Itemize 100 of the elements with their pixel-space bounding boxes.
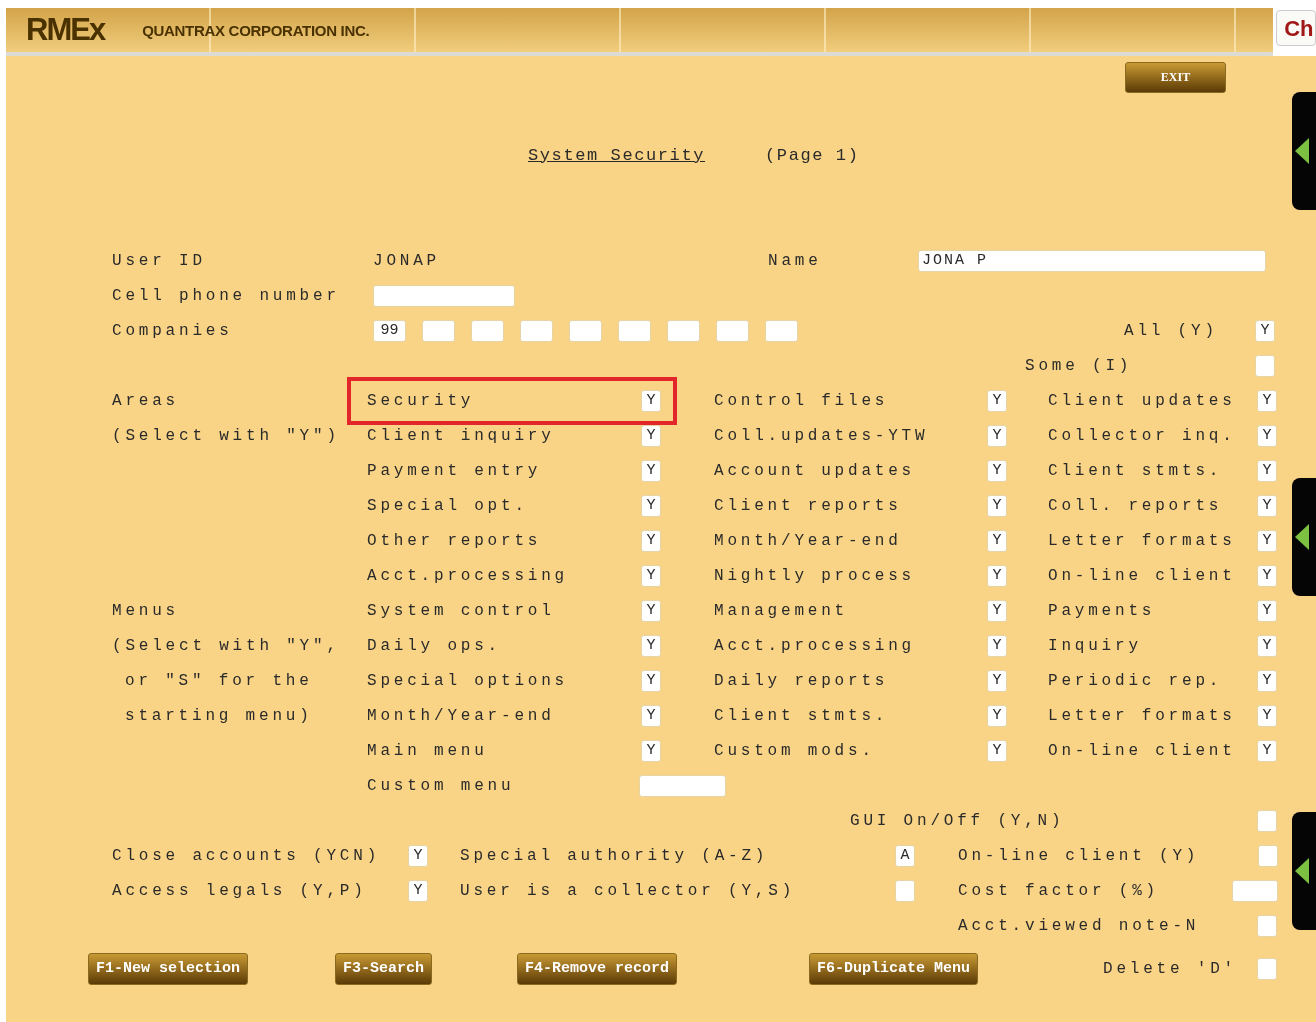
input-field[interactable]: Y: [987, 389, 1007, 412]
input-field[interactable]: [1257, 914, 1277, 937]
input-field[interactable]: 99: [373, 319, 406, 342]
input-field[interactable]: Y: [987, 529, 1007, 552]
input-field[interactable]: Y: [641, 389, 661, 412]
field-label: Cell phone number: [112, 286, 340, 305]
field-label: Access legals (Y,P): [112, 881, 367, 900]
input-field[interactable]: Y: [641, 704, 661, 727]
field-label: Letter formats: [1048, 531, 1236, 550]
input-field[interactable]: Y: [987, 704, 1007, 727]
field-label: or "S" for the: [125, 671, 313, 690]
input-field[interactable]: Y: [1257, 389, 1277, 412]
function-button[interactable]: F1-New selection: [88, 952, 249, 985]
field-label: Periodic rep.: [1048, 671, 1223, 690]
input-field[interactable]: Y: [1257, 669, 1277, 692]
input-field[interactable]: [520, 319, 553, 342]
input-field[interactable]: [895, 879, 915, 902]
field-label: Companies: [112, 321, 233, 340]
input-field[interactable]: Y: [987, 494, 1007, 517]
field-label: Client stmts.: [714, 706, 889, 725]
exit-button[interactable]: EXIT: [1125, 62, 1226, 93]
field-label: On-line client: [1048, 566, 1236, 585]
input-field[interactable]: [1257, 957, 1277, 980]
field-label: Some (I): [1025, 356, 1133, 375]
input-field[interactable]: Y: [1255, 319, 1275, 342]
triangle-icon: [1295, 138, 1309, 164]
input-field[interactable]: [569, 319, 602, 342]
input-field[interactable]: Y: [641, 529, 661, 552]
page-title: System Security: [528, 145, 706, 165]
input-field[interactable]: [471, 319, 504, 342]
input-field[interactable]: [667, 319, 700, 342]
input-field[interactable]: [1257, 809, 1277, 832]
input-field[interactable]: Y: [641, 564, 661, 587]
input-field[interactable]: [716, 319, 749, 342]
corner-button[interactable]: Ch: [1276, 10, 1316, 46]
field-label: On-line client (Y): [958, 846, 1200, 865]
function-button[interactable]: F3-Search: [335, 952, 432, 985]
input-field[interactable]: Y: [1257, 634, 1277, 657]
input-field[interactable]: Y: [987, 599, 1007, 622]
field-label: Security: [367, 391, 475, 410]
input-field[interactable]: JONA P: [918, 249, 1266, 272]
field-label: Menus: [112, 601, 179, 620]
field-label: Client reports: [714, 496, 902, 515]
input-field[interactable]: Y: [987, 564, 1007, 587]
field-label: Coll. reports: [1048, 496, 1223, 515]
input-field[interactable]: [1232, 879, 1278, 902]
field-label: Acct.processing: [714, 636, 916, 655]
input-field[interactable]: Y: [987, 739, 1007, 762]
field-label: Main menu: [367, 741, 488, 760]
field-label: Delete 'D': [1103, 959, 1237, 978]
input-field[interactable]: Y: [987, 634, 1007, 657]
input-field[interactable]: Y: [641, 424, 661, 447]
input-field[interactable]: Y: [641, 459, 661, 482]
field-label: Acct.viewed note-N: [958, 916, 1200, 935]
input-field[interactable]: Y: [1257, 564, 1277, 587]
input-field[interactable]: [1258, 844, 1278, 867]
field-label: Month/Year-end: [714, 531, 902, 550]
input-field[interactable]: Y: [641, 669, 661, 692]
field-label: Coll.updates-YTW: [714, 426, 929, 445]
input-field[interactable]: A: [895, 844, 915, 867]
input-field[interactable]: Y: [987, 459, 1007, 482]
input-field[interactable]: Y: [1257, 459, 1277, 482]
input-field[interactable]: Y: [987, 669, 1007, 692]
side-tab[interactable]: [1292, 478, 1316, 596]
field-label: Daily ops.: [367, 636, 501, 655]
input-field[interactable]: Y: [641, 599, 661, 622]
field-label: Client stmts.: [1048, 461, 1223, 480]
function-button[interactable]: F4-Remove record: [517, 952, 678, 985]
input-field[interactable]: Y: [1257, 599, 1277, 622]
field-label: Payments: [1048, 601, 1156, 620]
field-value: JONAP: [373, 251, 440, 270]
input-field[interactable]: Y: [641, 494, 661, 517]
input-field[interactable]: Y: [641, 634, 661, 657]
field-label: Custom menu: [367, 776, 515, 795]
input-field[interactable]: Y: [408, 844, 428, 867]
input-field[interactable]: [373, 284, 515, 307]
field-label: Areas: [112, 391, 179, 410]
input-field[interactable]: Y: [1257, 494, 1277, 517]
field-label: Client updates: [1048, 391, 1236, 410]
field-label: Payment entry: [367, 461, 542, 480]
input-field[interactable]: [639, 774, 726, 797]
field-label: Special authority (A-Z): [460, 846, 769, 865]
input-field[interactable]: [618, 319, 651, 342]
input-field[interactable]: [422, 319, 455, 342]
input-field[interactable]: Y: [641, 739, 661, 762]
side-tab[interactable]: [1292, 812, 1316, 930]
input-field[interactable]: Y: [408, 879, 428, 902]
input-field[interactable]: Y: [1257, 739, 1277, 762]
triangle-icon: [1295, 858, 1309, 884]
page-number: (Page 1): [765, 145, 860, 165]
field-label: Nightly process: [714, 566, 916, 585]
side-tab[interactable]: [1292, 92, 1316, 210]
input-field[interactable]: Y: [987, 424, 1007, 447]
input-field[interactable]: [765, 319, 798, 342]
input-field[interactable]: Y: [1257, 529, 1277, 552]
input-field[interactable]: Y: [1257, 424, 1277, 447]
function-button[interactable]: F6-Duplicate Menu: [809, 952, 979, 985]
input-field[interactable]: [1255, 354, 1275, 377]
field-label: Daily reports: [714, 671, 889, 690]
input-field[interactable]: Y: [1257, 704, 1277, 727]
